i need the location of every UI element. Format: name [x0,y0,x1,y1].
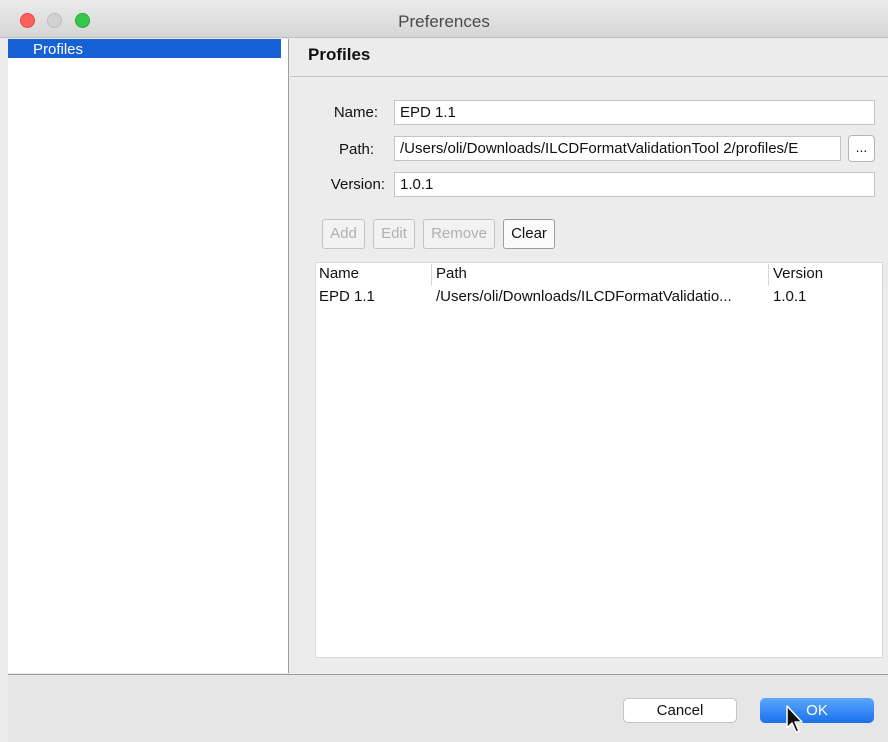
path-label: Path: [338,141,374,158]
add-button[interactable]: Add [322,219,365,249]
profiles-table: Name Path Version EPD 1.1 /Users/oli/Dow… [315,262,883,658]
browse-button[interactable]: ... [848,135,875,162]
sidebar: Profiles [8,39,289,673]
name-label: Name: [333,104,378,121]
mouse-pointer-icon [786,705,803,733]
window-title: Preferences [398,12,490,31]
table-row-name[interactable]: EPD 1.1 [316,288,432,308]
table-row-path[interactable]: /Users/oli/Downloads/ILCDFormatValidatio… [433,288,769,308]
cancel-button[interactable]: Cancel [623,698,737,723]
dialog-footer: Cancel OK [8,674,888,742]
version-label: Version: [330,176,385,193]
column-header-version[interactable]: Version [770,264,883,286]
clear-button[interactable]: Clear [503,219,555,249]
page-title: Profiles [308,45,371,64]
table-row-version[interactable]: 1.0.1 [770,288,883,308]
ok-button[interactable]: OK [760,698,874,723]
remove-button[interactable]: Remove [423,219,495,249]
sidebar-item-profiles[interactable]: Profiles [8,39,281,58]
name-input[interactable]: EPD 1.1 [394,100,875,125]
version-input[interactable]: 1.0.1 [394,172,875,197]
edit-button[interactable]: Edit [373,219,415,249]
column-header-name[interactable]: Name [316,264,432,286]
title-bar: Preferences [0,0,888,38]
column-header-path[interactable]: Path [433,264,769,286]
section-header: Profiles [290,39,888,77]
path-input[interactable]: /Users/oli/Downloads/ILCDFormatValidatio… [394,136,841,161]
content-panel: Profiles Name: EPD 1.1 Path: /Users/oli/… [290,39,888,673]
